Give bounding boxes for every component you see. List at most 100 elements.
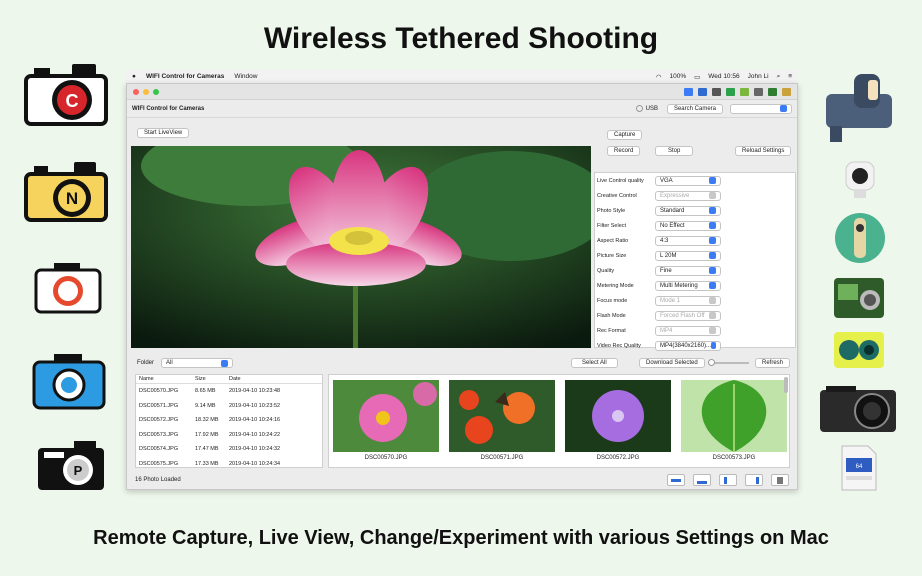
refresh-button[interactable]: Refresh [755,358,791,368]
camera-p-icon: P [38,441,104,490]
spotlight-icon[interactable]: ⌕ [777,73,781,81]
camera-blue-icon [32,354,106,410]
wifi-icon[interactable]: ◠ [656,73,662,81]
battery-icon[interactable]: ▭ [694,73,700,81]
layout-top-button[interactable] [667,474,685,486]
chevron-down-icon [711,342,716,349]
setting-row: Creative Control Expressive [595,188,795,203]
column-size[interactable]: Size [195,376,229,382]
setting-select[interactable]: L 20M [655,250,721,261]
toolbar-lime-icon[interactable] [740,87,749,96]
select-all-button[interactable]: Select All [571,358,618,368]
toolbar-gray-icon[interactable] [754,87,763,96]
camera-n-icon: N [24,162,108,222]
chevron-down-icon [709,312,716,319]
table-row[interactable]: DSC00574.JPG 17.47 MB 2019-04-10 10:24:32 [136,442,322,457]
table-row[interactable]: DSC00571.JPG 9.14 MB 2019-04-10 10:23:52 [136,399,322,414]
download-selected-button[interactable]: Download Selected [639,358,705,368]
camera-settings-panel: Live Control quality VGA Creative Control E… [594,172,796,351]
layout-right-button[interactable] [745,474,763,486]
setting-row: Focus mode Mode 1 [595,293,795,308]
subheadline: Remote Capture, Live View, Change/Experi… [93,527,829,549]
clock-label[interactable]: Wed 10:56 [708,73,739,80]
folder-select[interactable]: All [161,358,233,368]
window-menu[interactable]: Window [234,73,257,80]
file-name: DSC00573.JPG [139,431,179,438]
apple-menu-icon[interactable]: ● [132,73,136,80]
setting-select: Mode 1 [655,295,721,306]
thumbnail-item[interactable] [449,380,555,452]
title-bar [127,84,797,100]
setting-label: Filter Select [597,222,627,229]
photos-loaded-label: 16 Photo Loaded [135,477,181,483]
trash-icon[interactable] [771,474,789,486]
search-camera-button[interactable]: Search Camera [666,103,723,114]
table-row[interactable]: DSC00570.JPG 8.65 MB 2019-04-10 10:23:48 [136,384,322,399]
capture-button[interactable]: Capture [607,130,643,140]
app-window: WIFI Control for Cameras USB Search Came… [126,83,798,490]
zoom-window-button[interactable] [153,88,159,95]
menu-list-icon[interactable]: ≡ [788,73,792,80]
setting-label: Picture Size [597,252,627,259]
setting-value: Fine [660,267,672,274]
column-name[interactable]: Name [139,376,195,382]
start-liveview-button[interactable]: Start LiveView [137,128,190,138]
setting-select[interactable]: MP4(3840x2160)... [655,340,721,351]
toolbar-green-icon[interactable] [726,87,735,96]
setting-row: Quality Fine [595,263,795,278]
svg-text:64: 64 [856,464,863,470]
usb-radio[interactable] [635,105,643,112]
camera-select[interactable] [730,103,792,114]
file-list: Name Size Date DSC00570.JPG 8.65 MB 2019-0… [135,374,323,468]
thumbnail-scrollbar[interactable] [784,377,788,393]
minimize-window-button[interactable] [143,88,149,95]
reload-settings-button[interactable]: Reload Settings [735,146,792,156]
toolbar-photo-icon[interactable] [698,87,707,96]
live-view[interactable] [131,146,591,348]
thumbnail-item[interactable] [333,380,439,452]
file-date: 2019-04-10 10:24:34 [229,460,281,467]
action-cam-yellow-icon [834,332,884,368]
thumbnail-item[interactable] [681,380,787,452]
column-date[interactable]: Date [229,376,241,382]
app-menu[interactable]: WIFI Control for Cameras [146,73,224,80]
close-window-button[interactable] [133,88,139,95]
setting-row: Filter Select No Effect [595,218,795,233]
setting-select[interactable]: 4:3 [655,235,721,246]
thumbnail-caption: DSC00573.JPG [712,455,756,461]
setting-select[interactable]: Standard [655,205,721,216]
toolbar-video-icon[interactable] [712,87,721,96]
toolbar-cart-icon[interactable] [782,87,791,96]
setting-select: Forced Flash Off [655,310,721,321]
table-row[interactable]: DSC00573.JPG 17.92 MB 2019-04-10 10:24:22 [136,428,322,443]
setting-value: VGA [660,177,673,184]
table-row[interactable]: DSC00572.JPG 18.32 MB 2019-04-10 10:24:16 [136,413,322,428]
file-date: 2019-04-10 10:23:48 [229,388,281,395]
svg-text:C: C [66,91,79,111]
folder-value: All [166,360,173,366]
setting-select[interactable]: Multi Metering [655,280,721,291]
table-row[interactable]: DSC00575.JPG 17.33 MB 2019-04-10 10:24:34 [136,457,322,472]
layout-bottom-button[interactable] [693,474,711,486]
thumbnail-size-slider[interactable] [708,359,749,366]
setting-value: L 20M [660,252,677,259]
user-label[interactable]: John Li [748,73,769,80]
setting-select[interactable]: No Effect [655,220,721,231]
setting-value: Multi Metering [660,282,698,289]
camcorder-icon [826,74,892,142]
file-size: 17.33 MB [195,460,219,467]
thumbnail-item[interactable] [565,380,671,452]
setting-label: Live Control quality [597,177,644,184]
setting-select[interactable]: VGA [655,175,721,186]
setting-select[interactable]: Fine [655,265,721,276]
layout-left-button[interactable] [719,474,737,486]
stop-button[interactable]: Stop [655,146,694,156]
toolbar-dark-green-icon[interactable] [768,87,777,96]
file-size: 17.92 MB [195,431,219,438]
live-view-image [131,146,591,348]
chevron-down-icon [709,327,716,334]
record-button[interactable]: Record [607,146,641,156]
setting-row: Metering Mode Multi Metering [595,278,795,293]
toolbar-camera-icon[interactable] [684,87,693,96]
setting-label: Focus mode [597,297,628,304]
